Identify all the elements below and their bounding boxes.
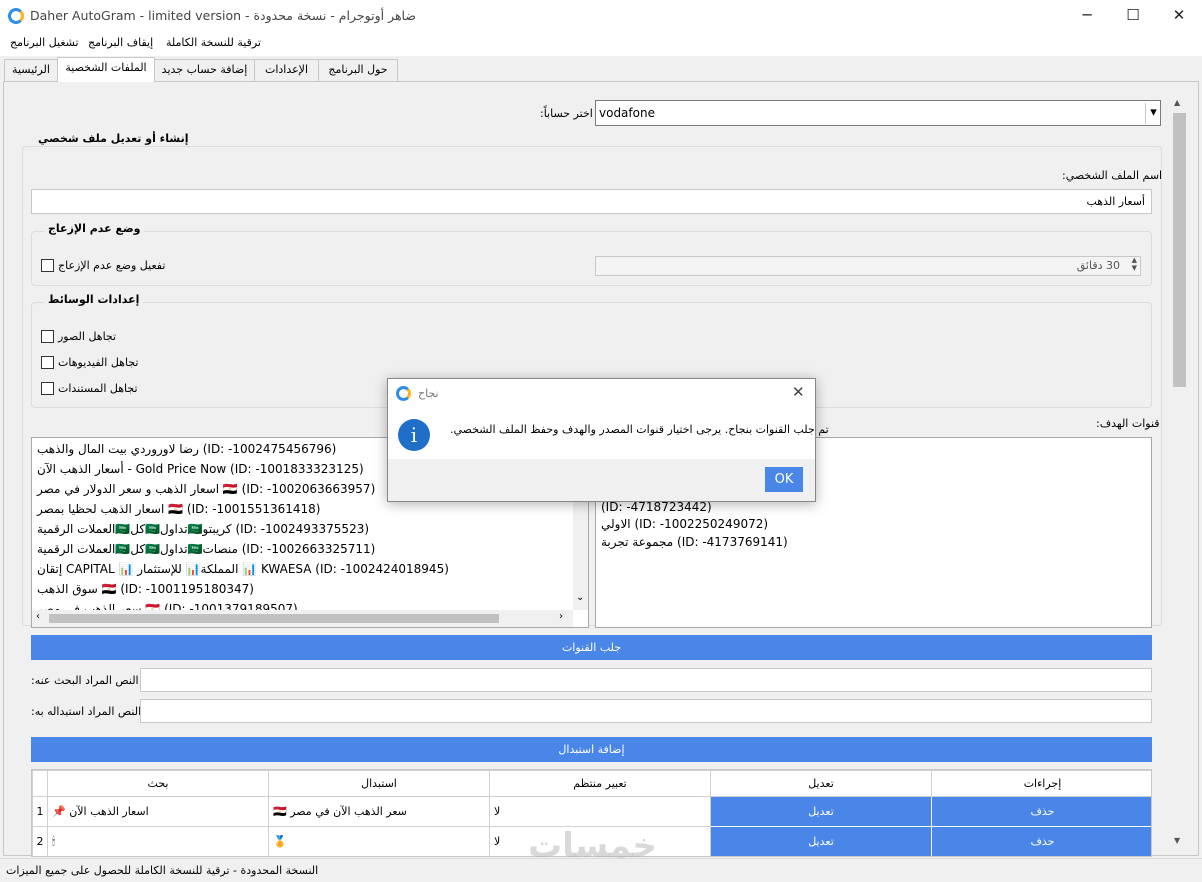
dnd-enable-label: تفعيل وضع عدم الإزعاج xyxy=(58,259,166,272)
profile-group-title: إنشاء أو تعديل ملف شخصي xyxy=(34,132,193,145)
find-text-input[interactable] xyxy=(140,668,1152,692)
menu-start[interactable]: تشغيل البرنامج xyxy=(10,36,79,49)
menu-bar: ترقية للنسخة الكاملة إيقاف البرنامج تشغي… xyxy=(0,32,1202,56)
dnd-group-title: وضع عدم الإزعاج xyxy=(44,222,145,235)
source-list-hscroll[interactable]: ‹ › xyxy=(32,610,573,627)
media-group-title: إعدادات الوسائط xyxy=(44,293,144,306)
minimize-button[interactable]: ─ xyxy=(1064,0,1110,32)
dialog-title: نجاح xyxy=(418,387,439,400)
scroll-up-arrow-icon[interactable]: ▲ xyxy=(1174,98,1180,107)
ignore-images-label: تجاهل الصور xyxy=(58,330,117,343)
row-search-cell[interactable]: اسعار الذهب الآن 📌 xyxy=(47,796,269,827)
row-number: 2 xyxy=(32,826,48,856)
list-item[interactable]: الاولي (ID: -1002250249072) xyxy=(601,515,1141,533)
target-channels-label: قنوات الهدف: xyxy=(1096,417,1160,430)
edit-row-button[interactable]: تعديل xyxy=(710,826,932,856)
ignore-docs-checkbox[interactable] xyxy=(41,382,54,395)
profile-name-label: اسم الملف الشخصي: xyxy=(1062,169,1163,182)
row-replace-cell[interactable]: 🏅 xyxy=(268,826,490,856)
tab-home[interactable]: الرئيسية xyxy=(4,59,58,81)
add-replacement-button[interactable]: إضافة استبدال xyxy=(31,737,1152,762)
chevron-left-icon[interactable]: ‹ xyxy=(36,611,40,622)
close-button[interactable]: ✕ xyxy=(1156,0,1202,32)
grid-header-actions[interactable]: إجراءات xyxy=(931,770,1151,797)
ignore-docs-label: تجاهل المستندات xyxy=(58,382,138,395)
tab-profiles[interactable]: الملفات الشخصية xyxy=(57,57,155,82)
dnd-enable-checkbox[interactable] xyxy=(41,259,54,272)
window-title: Daher AutoGram - limited version - ضاهر … xyxy=(30,8,416,23)
row-number: 1 xyxy=(32,796,48,827)
title-bar: Daher AutoGram - limited version - ضاهر … xyxy=(0,0,1202,32)
chevron-right-icon[interactable]: › xyxy=(559,611,563,622)
delete-row-button[interactable]: حذف xyxy=(931,796,1151,827)
edit-row-button[interactable]: تعديل xyxy=(710,796,932,827)
spinner-arrows-icon[interactable]: ▲ ▼ xyxy=(1132,256,1137,272)
list-item[interactable]: مجموعة تجربة (ID: -4173769141) xyxy=(601,533,1141,551)
replace-text-label: النص المراد استبداله به: xyxy=(31,705,142,718)
dialog-message: تم جلب القنوات بنجاح. يرجى اختيار قنوات … xyxy=(450,423,829,436)
grid-header-regex[interactable]: تعبير منتظم xyxy=(489,770,711,797)
tab-settings[interactable]: الإعدادات xyxy=(254,59,319,81)
menu-upgrade[interactable]: ترقية للنسخة الكاملة xyxy=(166,36,261,49)
success-dialog: نجاح ✕ i تم جلب القنوات بنجاح. يرجى اختي… xyxy=(387,378,829,502)
maximize-button[interactable]: ☐ xyxy=(1110,0,1156,32)
replace-text-input[interactable] xyxy=(140,699,1152,723)
ignore-videos-checkbox[interactable] xyxy=(41,356,54,369)
list-item[interactable]: العملات الرقمية🇸🇦كل🇸🇦تداول🇸🇦كريبتو (ID: … xyxy=(37,519,567,539)
dnd-minutes-spinner[interactable]: 30 دقائق ▲ ▼ xyxy=(595,256,1141,276)
row-search-cell[interactable]: 🕯 xyxy=(47,826,269,856)
account-select-value: vodafone xyxy=(599,106,655,120)
account-label: اختر حساباً: xyxy=(540,107,593,120)
scroll-down-arrow-icon[interactable]: ▼ xyxy=(1174,836,1180,845)
ignore-videos-label: تجاهل الفيديوهات xyxy=(58,356,139,369)
row-regex-cell[interactable]: لا xyxy=(489,796,711,827)
ignore-images-checkbox[interactable] xyxy=(41,330,54,343)
status-bar: النسخة المحدودة - ترقية للنسخة الكاملة ل… xyxy=(0,858,1202,882)
page-scrollbar-thumb[interactable] xyxy=(1173,113,1186,387)
info-icon: i xyxy=(398,419,430,451)
grid-header-replace[interactable]: استبدال xyxy=(268,770,490,797)
grid-header-edit[interactable]: تعديل xyxy=(710,770,932,797)
account-select[interactable]: vodafone ▾ xyxy=(595,100,1161,126)
chevron-down-icon[interactable]: ▾ xyxy=(1145,103,1161,124)
menu-stop[interactable]: إيقاف البرنامج xyxy=(88,36,153,49)
hscroll-thumb[interactable] xyxy=(49,614,499,623)
chevron-down-icon[interactable]: ⌄ xyxy=(576,592,584,603)
dialog-footer: OK xyxy=(388,459,815,501)
dnd-minutes-value: 30 دقائق xyxy=(1076,259,1120,272)
find-text-label: النص المراد البحث عنه: xyxy=(31,674,139,687)
grid-corner xyxy=(32,770,48,797)
fetch-channels-button[interactable]: جلب القنوات xyxy=(31,635,1152,660)
table-row: 1 اسعار الذهب الآن 📌 سعر الذهب الآن في م… xyxy=(32,796,1151,827)
app-logo-icon xyxy=(8,8,24,24)
tab-about[interactable]: حول البرنامج xyxy=(318,59,398,81)
profile-name-value: أسعار الذهب xyxy=(1086,195,1145,208)
row-replace-cell[interactable]: سعر الذهب الآن في مصر 🇪🇬 xyxy=(268,796,490,827)
list-item[interactable]: سوق الذهب 🇪🇬 (ID: -1001195180347) xyxy=(37,579,567,599)
app-logo-icon xyxy=(396,386,411,401)
profile-name-input[interactable]: أسعار الذهب xyxy=(31,189,1152,214)
grid-header-search[interactable]: بحث xyxy=(47,770,269,797)
tab-add-account[interactable]: إضافة حساب جديد xyxy=(154,59,255,81)
list-item[interactable]: اسعار الذهب لحظيا بمصر 🇪🇬 (ID: -10015513… xyxy=(37,499,567,519)
list-item[interactable]: إتقان CAPITAL 📊 المملكة📊 للإستثمار 📊 KWA… xyxy=(37,559,567,579)
dialog-ok-button[interactable]: OK xyxy=(765,467,803,492)
status-text: النسخة المحدودة - ترقية للنسخة الكاملة ل… xyxy=(6,864,319,877)
delete-row-button[interactable]: حذف xyxy=(931,826,1151,856)
list-item[interactable]: العملات الرقمية🇸🇦كل🇸🇦تداول🇸🇦منصات (ID: -… xyxy=(37,539,567,559)
dialog-close-button[interactable]: ✕ xyxy=(792,383,805,401)
